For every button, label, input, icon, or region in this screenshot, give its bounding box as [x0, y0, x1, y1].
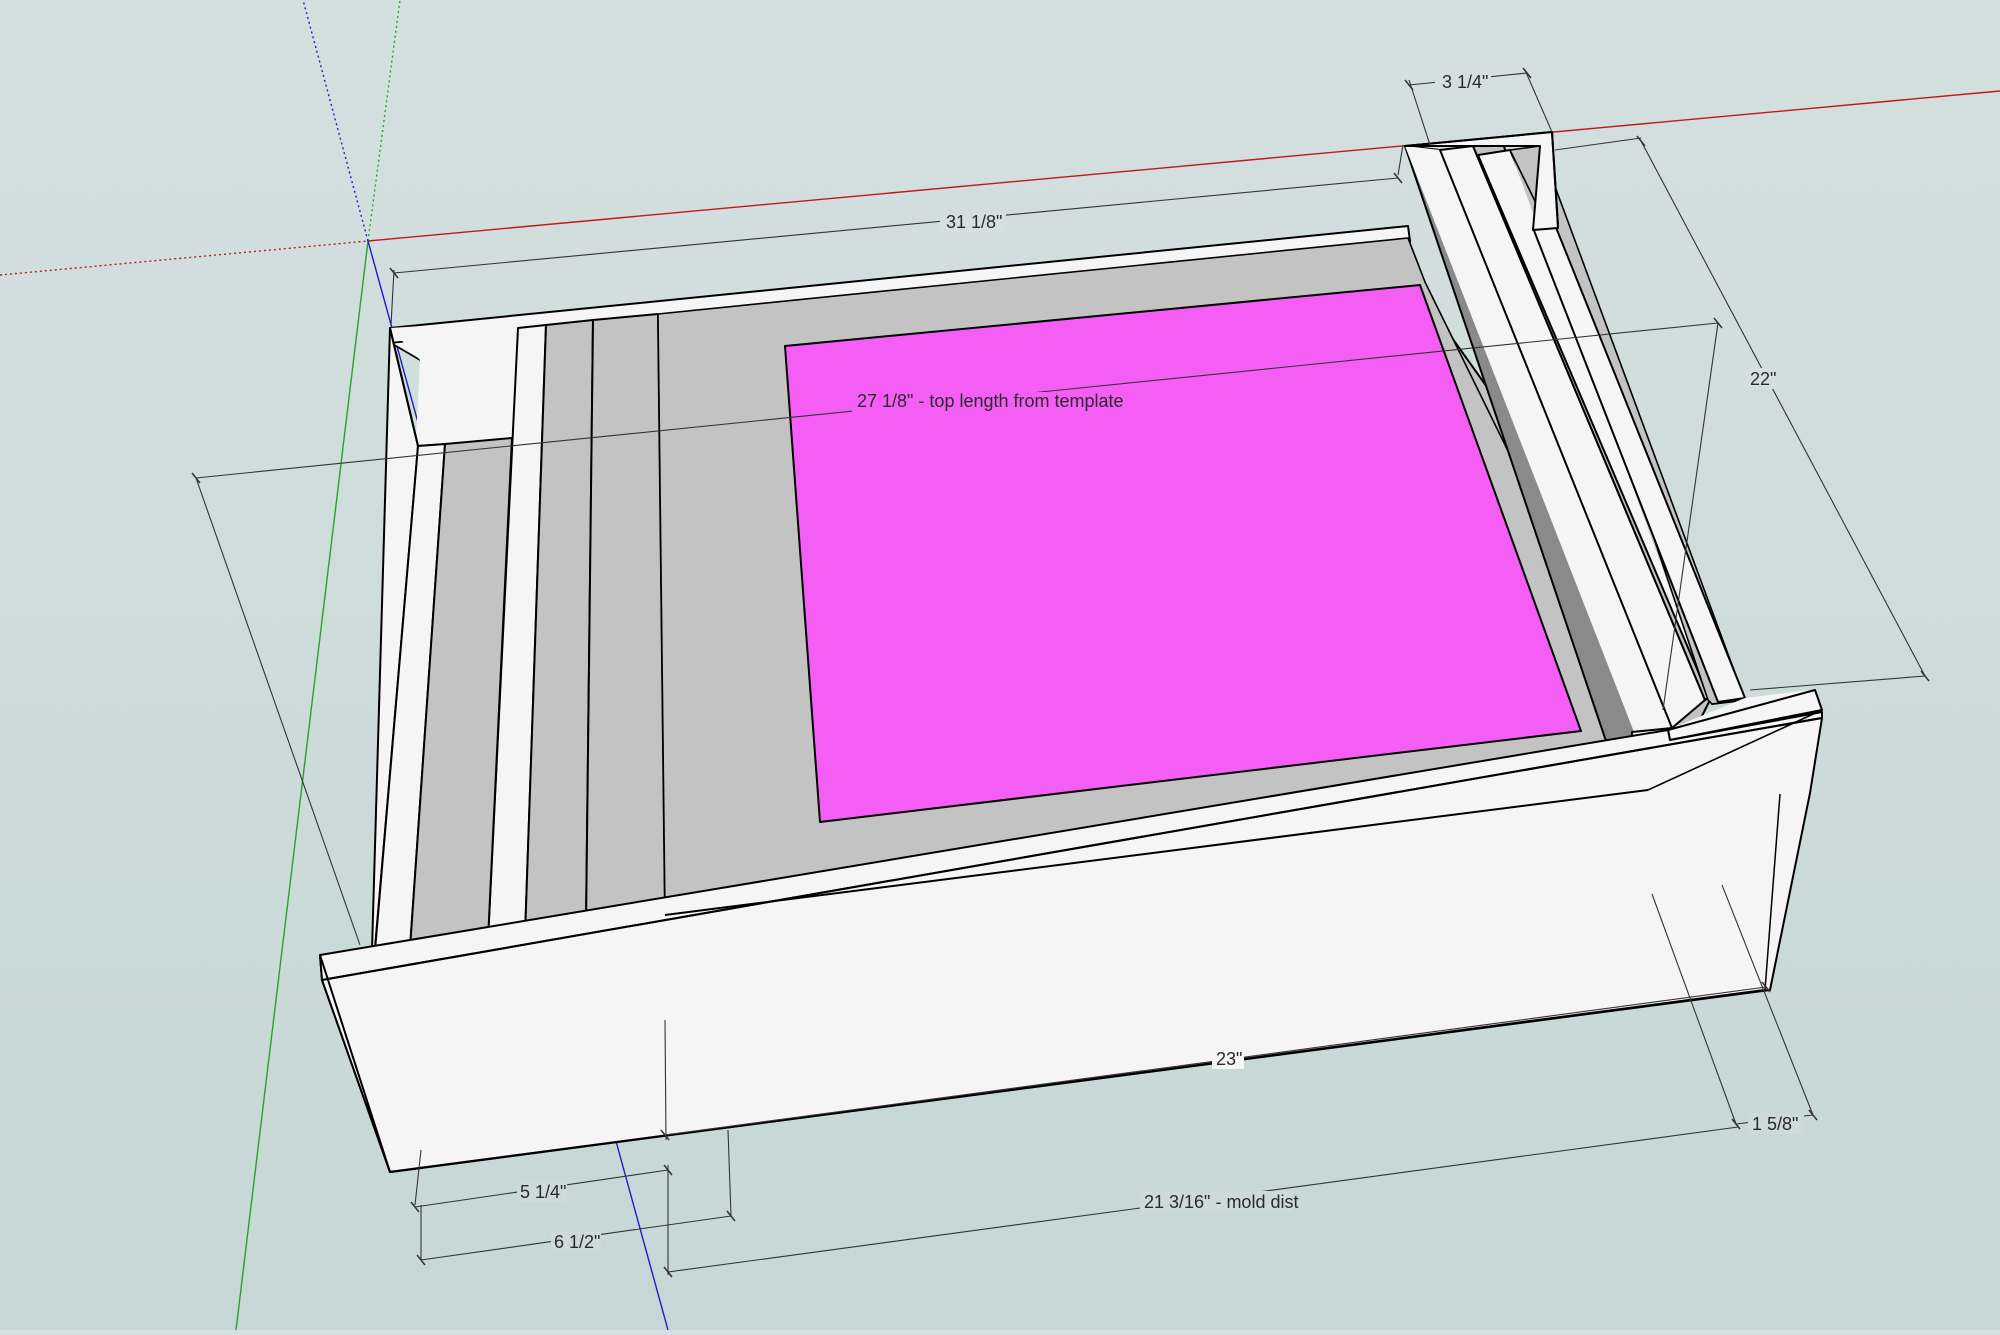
model-canvas[interactable]: 3 1/4" 31 1/8" 22" 27 1/8" - top length … — [0, 0, 2000, 1331]
left-channel-3 — [585, 313, 666, 926]
dim-3-1-4: 3 1/4" — [1442, 72, 1488, 92]
red-axis — [367, 90, 2000, 242]
dim-6-1-2: 6 1/2" — [554, 1232, 600, 1252]
green-axis — [235, 240, 369, 1331]
dim-31-1-8: 31 1/8" — [946, 212, 1002, 232]
dim-1-5-8: 1 5/8" — [1752, 1114, 1798, 1134]
blue-axis-dotted — [302, 0, 369, 242]
dim-22: 22" — [1750, 369, 1776, 389]
jig-model[interactable] — [319, 131, 1823, 1174]
dim-mold-dist: 21 3/16" - mold dist — [1144, 1192, 1298, 1212]
dim-5-1-4: 5 1/4" — [520, 1182, 566, 1202]
sketchup-viewport[interactable]: 3 1/4" 31 1/8" 22" 27 1/8" - top length … — [0, 0, 2000, 1331]
green-axis-dotted — [367, 0, 401, 242]
red-axis-dotted — [0, 240, 369, 276]
dim-top-length: 27 1/8" - top length from template — [857, 391, 1124, 411]
dim-23: 23" — [1216, 1049, 1242, 1069]
